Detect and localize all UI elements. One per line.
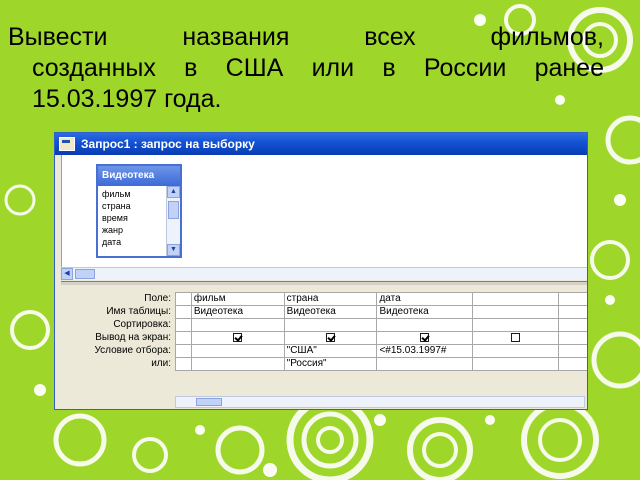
scroll-thumb[interactable] xyxy=(75,269,95,279)
grid-cell[interactable]: <#15.03.1997# xyxy=(376,344,474,358)
grid-cell xyxy=(472,331,560,345)
grid-cell[interactable] xyxy=(558,344,587,358)
grid-cell xyxy=(376,331,474,345)
grid-cell[interactable] xyxy=(472,318,560,332)
row-label-field: Поле: xyxy=(144,293,171,304)
column-selector[interactable] xyxy=(175,331,192,345)
grid-cell[interactable]: "Россия" xyxy=(283,357,378,371)
grid-cell[interactable] xyxy=(190,318,285,332)
row-label-or: или: xyxy=(151,358,171,369)
row-label-table: Имя таблицы: xyxy=(106,306,171,317)
checkbox-icon[interactable] xyxy=(233,332,243,342)
column-selector[interactable] xyxy=(175,344,192,358)
row-label-criteria: Условие отбора: xyxy=(94,345,171,356)
grid-cell xyxy=(190,331,285,345)
row-label-show: Вывод на экран: xyxy=(95,332,171,343)
grid-cell[interactable] xyxy=(558,318,587,332)
grid-cell[interactable]: "США" xyxy=(283,344,378,358)
query-window: Запрос1 : запрос на выборку Видеотека фи… xyxy=(54,132,588,410)
grid-row-labels: Поле: Имя таблицы: Сортировка: Вывод на … xyxy=(61,292,171,370)
grid-cell[interactable]: страна xyxy=(283,292,378,306)
window-title: Запрос1 : запрос на выборку xyxy=(81,137,255,151)
title-word: фильмов, xyxy=(490,23,604,51)
table-pane: Видеотека фильм страна время жанр дата ▲… xyxy=(61,155,587,267)
grid-cell[interactable] xyxy=(283,318,378,332)
title-line-1: Вывести названия всех фильмов, xyxy=(8,22,604,53)
app-icon[interactable] xyxy=(59,137,75,151)
grid-cell[interactable] xyxy=(376,357,474,371)
table-box-title[interactable]: Видеотека xyxy=(98,166,180,186)
table-pane-scrollbar[interactable]: ◀ xyxy=(61,267,587,280)
row-label-sort: Сортировка: xyxy=(113,319,171,330)
grid-row-criteria: "США" <#15.03.1997# xyxy=(175,344,587,358)
grid-row-or: "Россия" xyxy=(175,357,587,371)
grid-scrollbar[interactable] xyxy=(175,396,585,408)
pane-splitter[interactable] xyxy=(61,281,587,285)
title-word: созданных xyxy=(32,54,156,82)
column-selector[interactable] xyxy=(175,305,192,319)
grid-row-table: Видеотека Видеотека Видеотека xyxy=(175,305,587,319)
title-word: в xyxy=(382,54,396,82)
title-word: в xyxy=(184,54,198,82)
column-selector[interactable] xyxy=(175,292,192,306)
grid-row-sort xyxy=(175,318,587,332)
grid-row-show xyxy=(175,331,587,345)
grid-cell xyxy=(283,331,378,345)
checkbox-icon[interactable] xyxy=(326,332,336,342)
checkbox-icon[interactable] xyxy=(420,332,430,342)
title-word: России xyxy=(423,54,507,82)
title-word: США xyxy=(225,54,284,82)
query-design-grid: фильм страна дата Видеотека Видеотека Ви… xyxy=(175,292,587,371)
scroll-down-icon[interactable]: ▼ xyxy=(167,244,180,256)
grid-cell[interactable] xyxy=(558,292,587,306)
design-grid-pane: Поле: Имя таблицы: Сортировка: Вывод на … xyxy=(61,286,587,409)
grid-cell[interactable]: Видеотека xyxy=(283,305,378,319)
title-word: всех xyxy=(364,23,416,51)
title-word: ранее xyxy=(534,54,604,82)
title-line-2: созданных в США или в России ранее xyxy=(8,53,604,84)
column-selector[interactable] xyxy=(175,357,192,371)
grid-cell[interactable] xyxy=(558,331,587,345)
grid-cell[interactable]: фильм xyxy=(190,292,285,306)
grid-cell[interactable] xyxy=(472,305,560,319)
scroll-thumb[interactable] xyxy=(196,398,222,406)
scroll-up-icon[interactable]: ▲ xyxy=(167,186,180,198)
grid-cell[interactable] xyxy=(472,357,560,371)
window-titlebar[interactable]: Запрос1 : запрос на выборку xyxy=(55,133,587,155)
grid-row-field: фильм страна дата xyxy=(175,292,587,306)
title-line-3: 15.03.1997 года. xyxy=(32,85,222,113)
slide-title: Вывести названия всех фильмов, созданных… xyxy=(8,22,604,115)
title-word: или xyxy=(311,54,355,82)
grid-cell[interactable]: Видеотека xyxy=(190,305,285,319)
grid-cell[interactable] xyxy=(472,292,560,306)
grid-cell[interactable] xyxy=(558,305,587,319)
grid-cell[interactable] xyxy=(558,357,587,371)
checkbox-icon[interactable] xyxy=(511,332,521,342)
grid-cell[interactable]: дата xyxy=(376,292,474,306)
table-field-list[interactable]: Видеотека фильм страна время жанр дата ▲… xyxy=(96,164,182,258)
grid-cell[interactable] xyxy=(472,344,560,358)
field-list-scrollbar[interactable]: ▲ ▼ xyxy=(166,186,180,256)
column-selector[interactable] xyxy=(175,318,192,332)
grid-cell[interactable] xyxy=(190,344,285,358)
grid-cell[interactable] xyxy=(376,318,474,332)
scroll-thumb[interactable] xyxy=(168,201,179,219)
grid-cell[interactable] xyxy=(190,357,285,371)
grid-cell[interactable]: Видеотека xyxy=(376,305,474,319)
title-word: названия xyxy=(182,23,290,51)
title-word: Вывести xyxy=(8,23,108,51)
scroll-left-icon[interactable]: ◀ xyxy=(61,268,73,280)
